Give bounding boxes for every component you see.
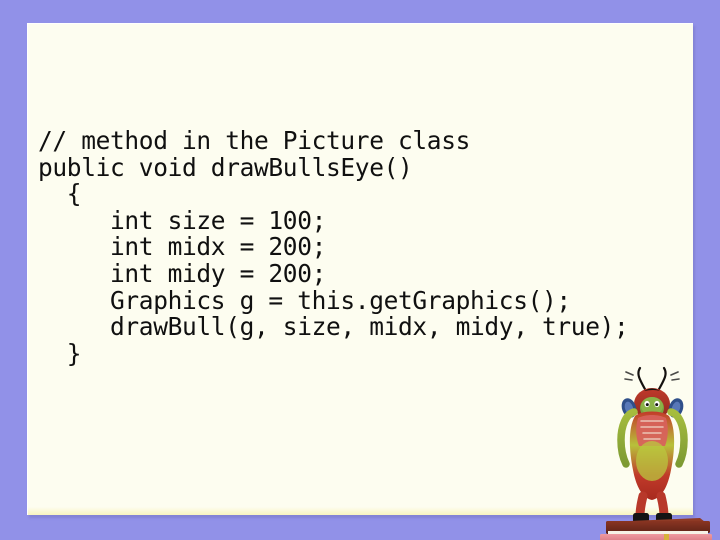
antennae-icon xyxy=(637,366,667,393)
slide-canvas: // method in the Picture class public vo… xyxy=(0,0,720,540)
bug-on-books-illustration xyxy=(588,358,720,540)
code-listing: // method in the Picture class public vo… xyxy=(38,126,629,368)
book-middle xyxy=(600,534,712,540)
